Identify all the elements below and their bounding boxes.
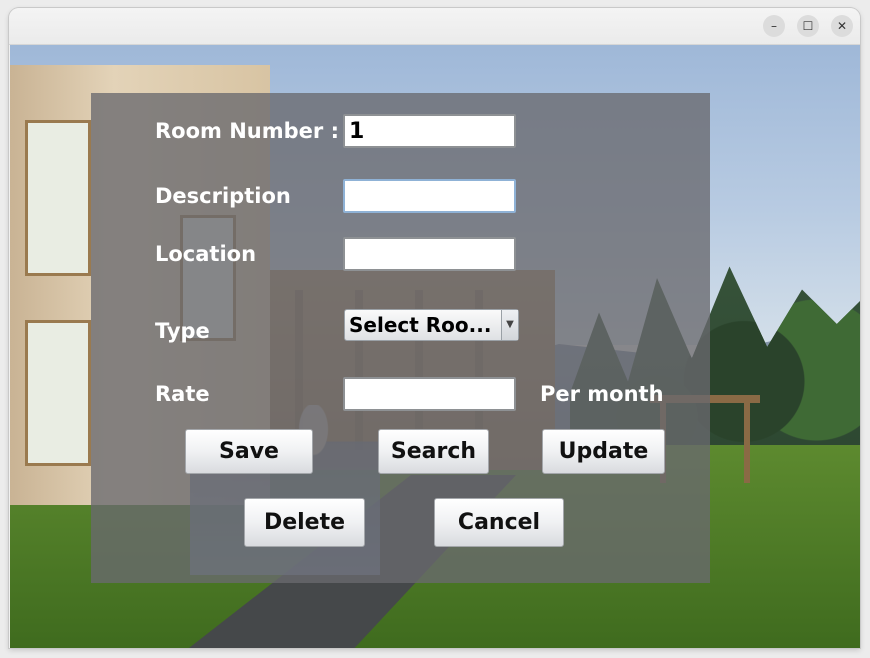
content-area: Room Number : Description Location Type … (10, 45, 860, 648)
save-button[interactable]: Save (185, 429, 313, 474)
minimize-button[interactable]: – (763, 15, 785, 37)
room-number-label: Room Number : (155, 119, 339, 143)
search-button[interactable]: Search (378, 429, 489, 474)
description-label: Description (155, 184, 291, 208)
location-field[interactable] (343, 237, 516, 271)
description-field[interactable] (343, 179, 516, 213)
room-form-panel: Room Number : Description Location Type … (91, 93, 710, 583)
rate-field[interactable] (343, 377, 516, 411)
delete-button[interactable]: Delete (244, 498, 365, 547)
room-number-field[interactable] (343, 114, 516, 148)
close-button[interactable]: ✕ (831, 15, 853, 37)
update-button[interactable]: Update (542, 429, 665, 474)
location-label: Location (155, 242, 257, 266)
cancel-button[interactable]: Cancel (434, 498, 564, 547)
app-window: – ☐ ✕ Room Number : Description (9, 8, 860, 648)
title-bar: – ☐ ✕ (9, 8, 860, 45)
type-label: Type (155, 319, 210, 343)
chevron-down-icon[interactable]: ▼ (501, 310, 518, 340)
room-type-select[interactable]: Select Roo... ▼ (344, 309, 519, 341)
rate-unit-label: Per month (540, 382, 664, 406)
room-type-selected-value: Select Roo... (349, 313, 492, 337)
maximize-button[interactable]: ☐ (797, 15, 819, 37)
rate-label: Rate (155, 382, 210, 406)
